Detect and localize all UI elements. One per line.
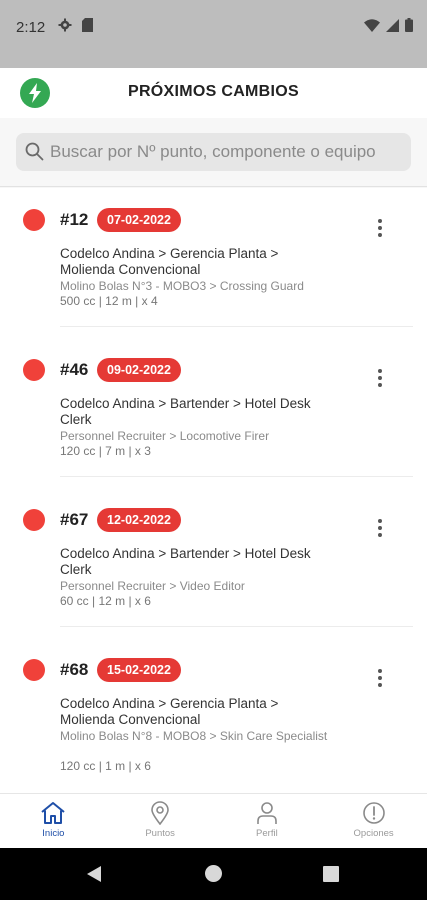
more-options-icon[interactable] [368,366,392,390]
nav-item-opciones[interactable]: Opciones [320,794,427,848]
date-badge: 12-02-2022 [97,508,181,532]
back-icon[interactable] [87,866,103,882]
search-box[interactable] [16,133,411,171]
lubrication-spec: 120 cc | 1 m | x 6 [60,759,151,773]
page-title: PRÓXIMOS CAMBIOS [127,83,300,100]
equipment-detail: Molino Bolas N°3 - MOBO3 > Crossing Guar… [60,279,304,293]
location-path: Codelco Andina > Bartender > Hotel Desk … [60,546,311,577]
point-number: #67 [60,510,89,529]
status-system-icons [364,18,413,32]
settings-gear-icon [58,18,72,32]
date-badge: 15-02-2022 [97,658,181,682]
status-notifications [58,18,93,32]
location-path: Codelco Andina > Bartender > Hotel Desk … [60,396,311,427]
equipment-detail: Personnel Recruiter > Video Editor [60,579,245,593]
date-badge: 07-02-2022 [97,208,181,232]
status-bar: 2:12 [0,0,427,68]
nav-label: Perfil [256,828,278,839]
date-badge: 09-02-2022 [97,358,181,382]
nav-label: Puntos [145,828,175,839]
person-icon [257,802,277,824]
lubrication-spec: 120 cc | 7 m | x 3 [60,444,151,458]
status-dot [23,209,45,231]
home-button-icon[interactable] [205,865,222,882]
battery-icon [405,18,413,32]
change-list: #12 07-02-2022 Codelco Andina > Gerencia… [0,188,427,793]
signal-icon [386,18,399,32]
divider [60,626,413,627]
more-options-icon[interactable] [368,666,392,690]
search-section [0,118,427,188]
bottom-navigation: Inicio Puntos Perfil Opciones [0,793,427,848]
info-circle-icon [362,802,385,824]
home-icon [41,802,66,824]
divider [0,186,427,187]
nav-item-puntos[interactable]: Puntos [107,794,214,848]
location-pin-icon [151,801,169,825]
system-navigation-bar [0,848,427,900]
status-time: 2:12 [16,19,46,36]
sim-card-icon [82,18,93,32]
change-item[interactable]: #68 15-02-2022 Codelco Andina > Gerencia… [0,638,427,788]
status-dot [23,659,45,681]
divider [60,326,413,327]
lubrication-spec: 500 cc | 12 m | x 4 [60,294,158,308]
nav-label: Opciones [353,828,394,839]
location-path: Codelco Andina > Gerencia Planta > Molie… [60,696,279,727]
point-number: #12 [60,210,89,229]
search-icon [25,142,44,161]
equipment-detail: Personnel Recruiter > Locomotive Firer [60,429,270,443]
nav-label: Inicio [42,828,65,839]
wifi-icon [364,18,380,32]
location-path: Codelco Andina > Gerencia Planta > Molie… [60,246,279,277]
equipment-detail: Molino Bolas N°8 - MOBO8 > Skin Care Spe… [60,729,328,743]
more-options-icon[interactable] [368,516,392,540]
change-item[interactable]: #46 09-02-2022 Codelco Andina > Bartende… [0,338,427,488]
recent-apps-icon[interactable] [323,866,339,882]
lubrication-spec: 60 cc | 12 m | x 6 [60,594,151,608]
search-input[interactable] [50,133,405,171]
app-header: PRÓXIMOS CAMBIOS [0,68,427,118]
nav-item-perfil[interactable]: Perfil [214,794,321,848]
point-number: #68 [60,660,89,679]
nav-item-inicio[interactable]: Inicio [0,794,107,848]
change-item[interactable]: #12 07-02-2022 Codelco Andina > Gerencia… [0,188,427,338]
status-dot [23,359,45,381]
status-dot [23,509,45,531]
point-number: #46 [60,360,89,379]
more-options-icon[interactable] [368,216,392,240]
change-item[interactable]: #67 12-02-2022 Codelco Andina > Bartende… [0,488,427,638]
divider [60,476,413,477]
